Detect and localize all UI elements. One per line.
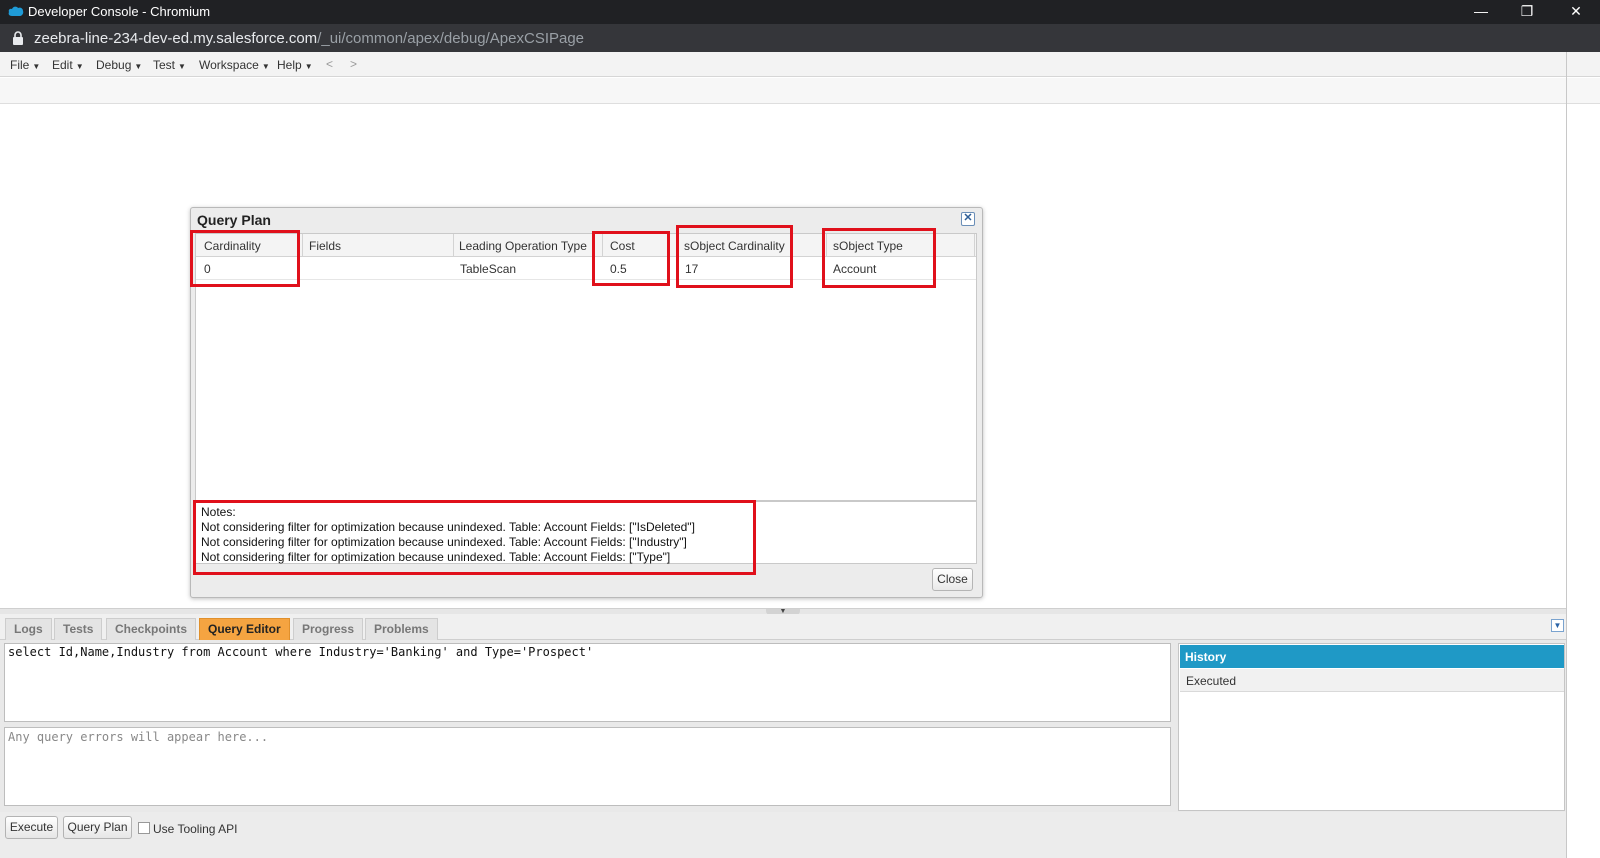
url-host: zeebra-line-234-dev-ed.my.salesforce.com xyxy=(34,30,318,47)
use-tooling-api-checkbox[interactable] xyxy=(138,822,150,834)
menu-file[interactable]: File ▼ xyxy=(10,58,40,72)
scrollbar-track xyxy=(1566,52,1567,858)
maximize-button[interactable]: ❐ xyxy=(1504,0,1550,24)
tab-progress[interactable]: Progress xyxy=(293,618,364,640)
forward-arrow-icon[interactable]: > xyxy=(350,57,357,71)
chevron-down-icon: ▼ xyxy=(261,62,270,71)
column-divider xyxy=(302,234,303,257)
highlight-notes xyxy=(193,500,756,575)
query-errors-box: Any query errors will appear here... xyxy=(4,727,1171,806)
menu-test[interactable]: Test ▼ xyxy=(153,58,186,72)
column-divider xyxy=(453,234,454,257)
chevron-down-icon: ▼ xyxy=(32,62,41,71)
menu-test-label: Test xyxy=(153,58,176,72)
chevron-down-icon: ▼ xyxy=(75,62,84,71)
execute-button[interactable]: Execute xyxy=(5,816,58,839)
tab-checkpoints[interactable]: Checkpoints xyxy=(106,618,197,640)
highlight-sobject-cardinality xyxy=(676,225,793,288)
menu-help-label: Help xyxy=(277,58,302,72)
query-plan-button[interactable]: Query Plan xyxy=(63,816,132,839)
tab-query-editor[interactable]: Query Editor xyxy=(199,618,290,640)
history-header: History xyxy=(1180,645,1564,668)
close-window-button[interactable]: ✕ xyxy=(1553,0,1599,24)
menu-edit[interactable]: Edit ▼ xyxy=(52,58,84,72)
collapse-panel-icon[interactable]: ▼ xyxy=(1551,619,1564,632)
tab-problems[interactable]: Problems xyxy=(365,618,438,640)
column-header-fields[interactable]: Fields xyxy=(309,239,341,253)
highlight-cardinality xyxy=(190,230,300,287)
minimize-button[interactable]: — xyxy=(1458,0,1504,24)
bottom-panel-tabs: Logs Tests Checkpoints Query Editor Prog… xyxy=(0,614,1566,640)
menu-help[interactable]: Help ▼ xyxy=(277,58,313,72)
menu-file-label: File xyxy=(10,58,30,72)
column-header-leading-operation-type[interactable]: Leading Operation Type xyxy=(459,239,587,253)
chevron-down-icon: ▼ xyxy=(134,62,143,71)
address-bar[interactable]: zeebra-line-234-dev-ed.my.salesforce.com… xyxy=(0,24,1600,52)
menu-workspace-label: Workspace xyxy=(199,58,259,72)
history-panel: History Executed xyxy=(1178,643,1565,811)
query-input[interactable]: select Id,Name,Industry from Account whe… xyxy=(4,643,1171,722)
chevron-down-icon: ▼ xyxy=(178,62,186,71)
window-titlebar: Developer Console - Chromium — ❐ ✕ xyxy=(0,0,1600,24)
window-title: Developer Console - Chromium xyxy=(28,4,211,19)
highlight-sobject-type xyxy=(822,228,936,288)
lock-icon xyxy=(13,31,23,45)
cell-leading-operation-type: TableScan xyxy=(460,262,517,276)
dialog-title: Query Plan xyxy=(197,212,271,228)
url-text: zeebra-line-234-dev-ed.my.salesforce.com… xyxy=(34,30,584,47)
column-divider xyxy=(974,234,975,257)
use-tooling-api-label: Use Tooling API xyxy=(153,822,238,836)
tab-tests[interactable]: Tests xyxy=(54,618,103,640)
back-arrow-icon[interactable]: < xyxy=(326,57,333,71)
tab-logs[interactable]: Logs xyxy=(5,618,52,640)
chevron-down-icon: ▼ xyxy=(304,62,313,71)
history-column-executed[interactable]: Executed xyxy=(1180,669,1564,692)
editor-tab-strip xyxy=(0,78,1600,104)
highlight-cost xyxy=(592,231,670,286)
menu-debug[interactable]: Debug ▼ xyxy=(96,58,142,72)
menu-bar: File ▼ Edit ▼ Debug ▼ Test ▼ Workspace ▼ Help… xyxy=(0,52,1600,77)
close-icon[interactable]: ✕ xyxy=(961,212,975,226)
menu-debug-label: Debug xyxy=(96,58,132,72)
menu-workspace[interactable]: Workspace ▼ xyxy=(199,58,270,72)
url-path: /_ui/common/apex/debug/ApexCSIPage xyxy=(317,30,585,47)
dialog-close-button[interactable]: Close xyxy=(932,568,973,591)
menu-edit-label: Edit xyxy=(52,58,73,72)
salesforce-cloud-icon xyxy=(8,6,24,16)
